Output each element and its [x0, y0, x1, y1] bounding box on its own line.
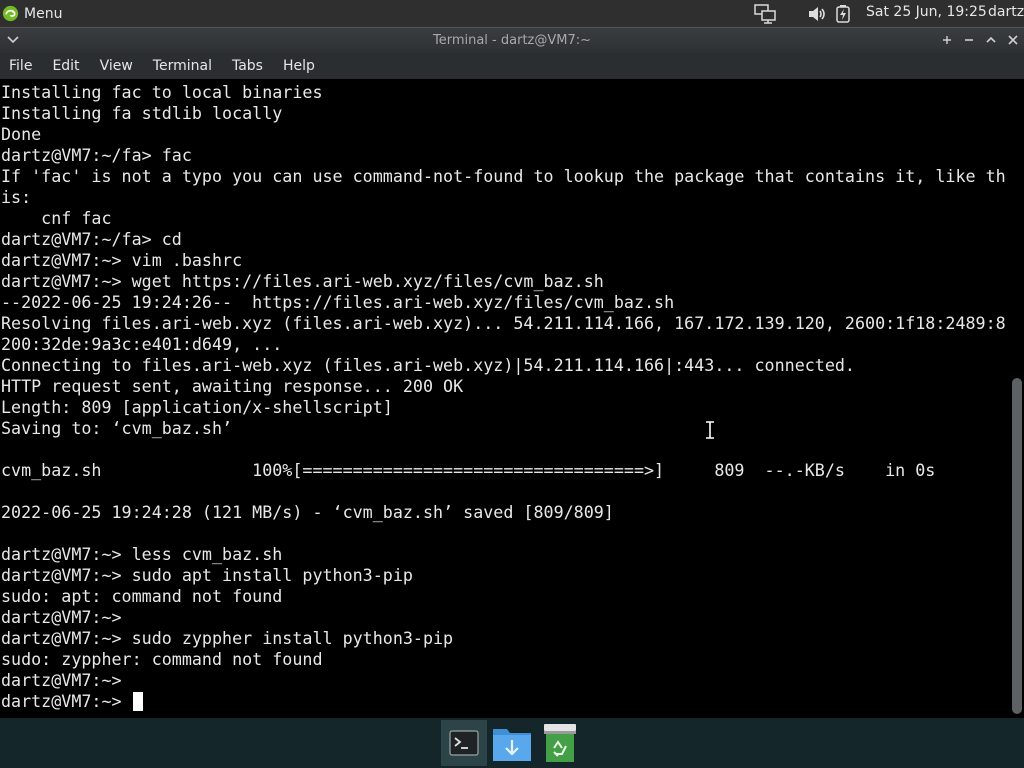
terminal-line: Resolving files.ari-web.xyz (files.ari-w…: [1, 313, 1006, 333]
terminal-line: sudo: zyppher: command not found: [1, 649, 323, 669]
terminal-line: HTTP request sent, awaiting response... …: [1, 376, 464, 396]
terminal-line: 200:32de:9a3c:e401:d649, ...: [1, 334, 283, 354]
downloads-folder-icon: [493, 729, 531, 761]
opensuse-logo-icon: [2, 5, 19, 22]
terminal-line: Installing fa stdlib locally: [1, 103, 283, 123]
terminal-line: dartz@VM7:~>: [1, 607, 122, 627]
taskbar-downloads[interactable]: [489, 720, 535, 766]
minimize-icon[interactable]: [960, 31, 978, 49]
terminal-line: Done: [1, 124, 42, 144]
top-panel: Menu Sat 25 Jun, 19:25 dartz: [0, 0, 1024, 27]
menu-tabs[interactable]: Tabs: [222, 53, 273, 79]
terminal-icon: [449, 730, 479, 756]
terminal-line: dartz@VM7:~> sudo zyppher install python…: [1, 628, 454, 648]
terminal-line: dartz@VM7:~> vim .bashrc: [1, 250, 243, 270]
terminal-line: dartz@VM7:~> wget https://files.ari-web.…: [1, 271, 604, 291]
menu-bar: File Edit View Terminal Tabs Help: [0, 53, 1024, 79]
close-icon[interactable]: [1004, 31, 1022, 49]
ibeam-cursor-icon: [706, 421, 714, 439]
volume-icon[interactable]: [806, 3, 828, 24]
menu-label: Menu: [24, 5, 63, 22]
maximize-icon[interactable]: [982, 31, 1000, 49]
window-titlebar[interactable]: Terminal - dartz@VM7:~: [0, 27, 1024, 53]
terminal-line: cnf fac: [1, 208, 112, 228]
terminal-line: sudo: apt: command not found: [1, 586, 283, 606]
terminal-line: dartz@VM7:~/fa> fac: [1, 145, 192, 165]
menu-edit[interactable]: Edit: [42, 53, 89, 79]
terminal-line: dartz@VM7:~> less cvm_baz.sh: [1, 544, 283, 564]
terminal-scrollbar[interactable]: [1010, 82, 1024, 718]
menu-button[interactable]: Menu: [2, 3, 62, 24]
terminal-window: Terminal - dartz@VM7:~ File Edit View Te…: [0, 27, 1024, 718]
terminal-line: dartz@VM7:~>: [1, 670, 122, 690]
terminal-line: Installing fac to local binaries: [1, 82, 323, 102]
network-icon[interactable]: [753, 3, 777, 24]
terminal-line: dartz@VM7:~/fa> cd: [1, 229, 182, 249]
scrollbar-thumb[interactable]: [1012, 378, 1022, 714]
terminal-line: cvm_baz.sh 100%[========================…: [1, 460, 936, 480]
terminal-line: Saving to: ‘cvm_baz.sh’: [1, 418, 233, 438]
menu-view[interactable]: View: [90, 53, 143, 79]
menu-help[interactable]: Help: [273, 53, 325, 79]
terminal-line: 2022-06-25 19:24:28 (121 MB/s) - ‘cvm_ba…: [1, 502, 614, 522]
terminal-line: Length: 809 [application/x-shellscript]: [1, 397, 393, 417]
menu-terminal[interactable]: Terminal: [143, 53, 222, 79]
pin-icon[interactable]: [938, 31, 956, 49]
terminal-line: Connecting to files.ari-web.xyz (files.a…: [1, 355, 855, 375]
window-title: Terminal - dartz@VM7:~: [432, 33, 592, 48]
clock[interactable]: Sat 25 Jun, 19:25: [866, 4, 987, 20]
taskbar: [0, 718, 1024, 768]
text-cursor: [132, 692, 143, 711]
user-name[interactable]: dartz: [988, 4, 1024, 20]
taskbar-terminal[interactable]: [441, 720, 487, 766]
terminal-output[interactable]: Installing fac to local binaries Install…: [0, 82, 1010, 718]
terminal-prompt-line[interactable]: dartz@VM7:~>: [0, 691, 1010, 712]
terminal-line: is:: [1, 187, 32, 207]
terminal-line: If 'fac' is not a typo you can use comma…: [1, 166, 1006, 186]
trash-icon: [544, 724, 576, 762]
taskbar-trash[interactable]: [537, 720, 583, 766]
terminal-prompt: dartz@VM7:~>: [1, 691, 132, 711]
terminal-line: --2022-06-25 19:24:26-- https://files.ar…: [1, 292, 675, 312]
battery-icon[interactable]: [834, 3, 852, 24]
terminal-line: dartz@VM7:~> sudo apt install python3-pi…: [1, 565, 413, 585]
menu-file[interactable]: File: [0, 53, 42, 79]
